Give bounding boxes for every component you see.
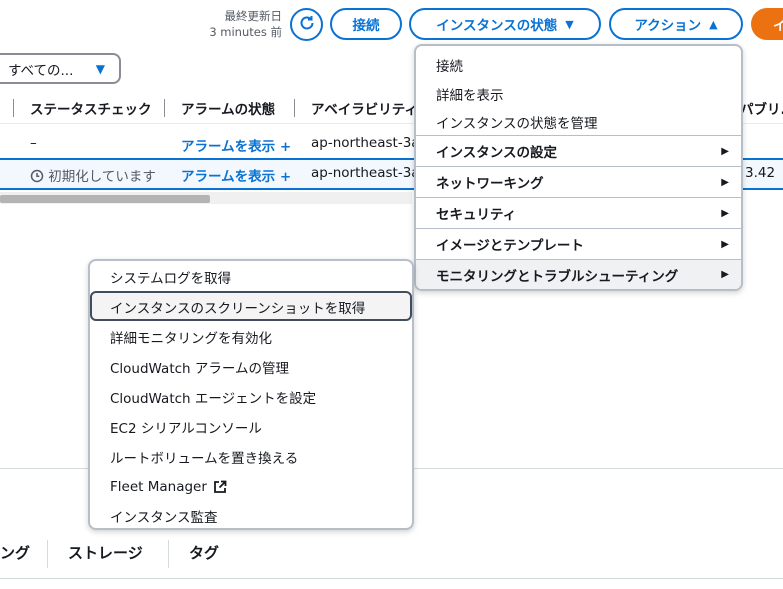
- chevron-right-icon: ▶: [721, 207, 729, 219]
- menu-item-label: ネットワーキング: [436, 176, 544, 192]
- column-header-availability-zone[interactable]: アベイラビリティ: [311, 98, 415, 118]
- menu-item-get-system-log[interactable]: システムログを取得: [90, 262, 412, 292]
- last-updated: 最終更新日 3 minutes 前: [190, 8, 282, 40]
- public-ip-cell: 3.42: [745, 165, 776, 181]
- menu-item-label: セキュリティ: [436, 207, 517, 223]
- instance-state-label: インスタンスの状態: [436, 18, 558, 34]
- menu-item-manage-cloudwatch-alarms[interactable]: CloudWatch アラームの管理: [90, 352, 412, 382]
- menu-item-networking[interactable]: ネットワーキング ▶: [416, 167, 741, 197]
- last-updated-value: 3 minutes 前: [209, 25, 282, 39]
- tab-networking[interactable]: ング: [0, 542, 30, 563]
- instance-state-button[interactable]: インスタンスの状態 ▼: [409, 8, 601, 40]
- chevron-right-icon: ▶: [721, 269, 729, 280]
- menu-item-images-templates[interactable]: イメージとテンプレート ▶: [416, 229, 741, 259]
- menu-item-security[interactable]: セキュリティ ▶: [416, 198, 741, 228]
- refresh-button[interactable]: [290, 8, 323, 41]
- chevron-right-icon: ▶: [721, 238, 729, 250]
- launch-instance-label: イ: [773, 18, 783, 34]
- menu-item-instance-settings[interactable]: インスタンスの設定 ▶: [416, 136, 741, 166]
- actions-label: アクション: [634, 18, 702, 34]
- actions-button[interactable]: アクション ▲: [609, 8, 743, 40]
- menu-item-view-details[interactable]: 詳細を表示: [416, 79, 741, 108]
- state-filter-value: すべての...: [8, 62, 74, 79]
- view-alarms-link[interactable]: アラームを表示 +: [181, 135, 291, 155]
- menu-item-label: インスタンス監査: [110, 510, 218, 526]
- menu-item-label: CloudWatch エージェントを設定: [110, 391, 317, 407]
- chevron-right-icon: ▶: [721, 145, 729, 157]
- caret-up-icon: ▲: [709, 17, 718, 31]
- tab-divider: [47, 540, 48, 568]
- view-alarms-link[interactable]: アラームを表示 +: [181, 165, 291, 185]
- menu-item-label: CloudWatch アラームの管理: [110, 361, 289, 377]
- column-header-alarm-state[interactable]: アラームの状態: [181, 98, 283, 118]
- menu-item-label: インスタンスの状態を管理: [436, 116, 598, 132]
- menu-item-label: システムログを取得: [110, 271, 232, 287]
- caret-down-icon: ▼: [565, 17, 574, 31]
- tab-storage[interactable]: ストレージ: [68, 542, 143, 563]
- actions-menu: 接続 詳細を表示 インスタンスの状態を管理 インスタンスの設定 ▶ ネットワーキン…: [414, 44, 743, 291]
- column-divider[interactable]: [294, 99, 295, 117]
- menu-item-label: Fleet Manager: [110, 479, 207, 495]
- menu-item-label: EC2 シリアルコンソール: [110, 421, 262, 437]
- column-header-public-ip[interactable]: パブリ...: [740, 98, 783, 118]
- menu-item-instance-audit[interactable]: インスタンス監査: [90, 502, 412, 530]
- availability-zone-cell: ap-northeast-3a: [311, 165, 415, 181]
- column-header-status-check[interactable]: ステータスチェック: [30, 98, 150, 118]
- external-link-icon: [213, 480, 227, 494]
- menu-item-label: ルートボリュームを置き換える: [110, 451, 299, 467]
- view-alarms-label: アラームを表示: [181, 169, 276, 185]
- clock-icon: [30, 169, 48, 185]
- connect-button[interactable]: 接続: [330, 8, 402, 40]
- view-alarms-label: アラームを表示: [181, 139, 276, 155]
- state-filter-select[interactable]: すべての... ▼: [0, 53, 121, 84]
- menu-item-label: 接続: [436, 58, 463, 75]
- menu-item-ec2-serial-console[interactable]: EC2 シリアルコンソール: [90, 412, 412, 442]
- status-check-text: 初期化しています: [48, 169, 156, 185]
- caret-down-icon: ▼: [95, 61, 105, 76]
- last-updated-label: 最終更新日: [224, 9, 283, 23]
- column-divider[interactable]: [13, 99, 14, 117]
- menu-item-enable-detailed-monitoring[interactable]: 詳細モニタリングを有効化: [90, 322, 412, 352]
- menu-item-connect[interactable]: 接続: [416, 50, 741, 79]
- chevron-right-icon: ▶: [721, 176, 729, 188]
- menu-item-label: 詳細モニタリングを有効化: [110, 331, 272, 347]
- tabs-underline: [0, 578, 783, 579]
- status-check-cell: 初期化しています: [30, 165, 156, 185]
- availability-zone-cell: ap-northeast-3a: [311, 135, 415, 151]
- status-check-cell: –: [30, 135, 37, 151]
- menu-item-configure-cloudwatch-agent[interactable]: CloudWatch エージェントを設定: [90, 382, 412, 412]
- menu-item-label: 詳細を表示: [436, 87, 504, 104]
- add-icon: +: [279, 169, 292, 185]
- scrollbar-thumb[interactable]: [0, 195, 210, 203]
- connect-button-label: 接続: [352, 18, 380, 34]
- details-tabs: ング ストレージ タグ: [0, 540, 783, 570]
- menu-item-label: イメージとテンプレート: [436, 238, 584, 254]
- monitoring-submenu: システムログを取得 インスタンスのスクリーンショットを取得 詳細モニタリングを有…: [88, 259, 414, 530]
- menu-item-label: インスタンスの設定: [436, 145, 557, 161]
- menu-item-get-instance-screenshot[interactable]: インスタンスのスクリーンショットを取得: [90, 292, 412, 322]
- tab-divider: [168, 540, 169, 568]
- menu-item-monitoring-troubleshooting[interactable]: モニタリングとトラブルシューティング ▶: [416, 260, 741, 289]
- refresh-icon: [298, 14, 316, 36]
- add-icon: +: [279, 139, 292, 155]
- tab-tags[interactable]: タグ: [189, 542, 219, 563]
- menu-item-label: モニタリングとトラブルシューティング: [436, 268, 679, 285]
- menu-item-fleet-manager[interactable]: Fleet Manager: [90, 472, 412, 502]
- column-divider[interactable]: [164, 99, 165, 117]
- menu-item-label: インスタンスのスクリーンショットを取得: [110, 301, 366, 317]
- menu-item-replace-root-volume[interactable]: ルートボリュームを置き換える: [90, 442, 412, 472]
- launch-instance-button[interactable]: イ: [751, 8, 783, 40]
- menu-item-manage-instance-state[interactable]: インスタンスの状態を管理: [416, 108, 741, 136]
